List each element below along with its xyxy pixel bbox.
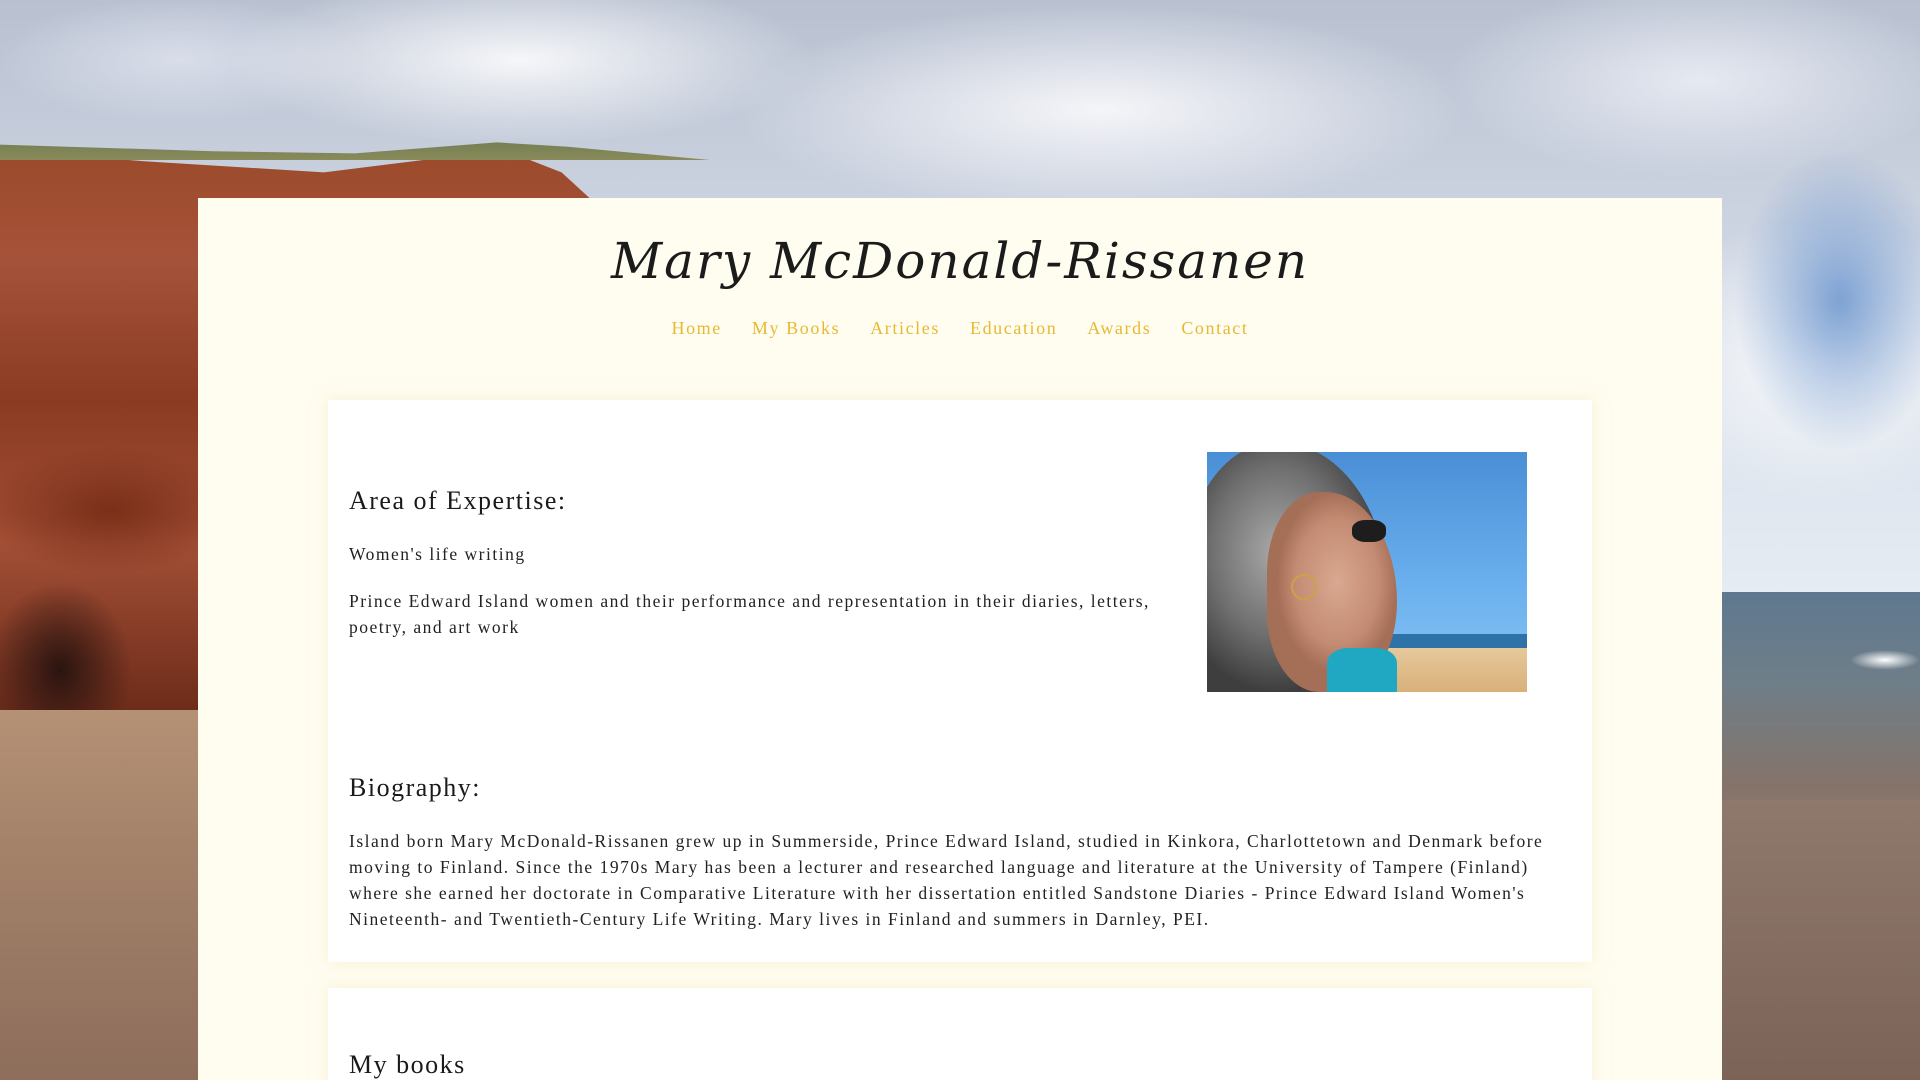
portrait-photo: [1207, 452, 1527, 692]
expertise-item-life-writing: Women's life writing: [349, 544, 526, 564]
earring: [1291, 574, 1317, 600]
books-card: [328, 988, 1592, 1080]
wave-foam: [1850, 650, 1920, 670]
nav-awards[interactable]: Awards: [1087, 318, 1151, 339]
expertise-item-pei-women: Prince Edward Island women and their per…: [349, 591, 1150, 637]
nav-my-books[interactable]: My Books: [752, 318, 840, 339]
nav-articles[interactable]: Articles: [870, 318, 940, 339]
nav-home[interactable]: Home: [671, 318, 721, 339]
sunglasses: [1352, 520, 1386, 542]
biography-text: Island born Mary McDonald-Rissanen grew …: [349, 831, 1544, 929]
nav-education[interactable]: Education: [970, 318, 1057, 339]
site-title[interactable]: Mary McDonald-Rissanen: [0, 232, 1920, 290]
wet-sand: [1700, 800, 1920, 1080]
main-nav: Home My Books Articles Education Awards …: [0, 318, 1920, 339]
nav-contact[interactable]: Contact: [1181, 318, 1248, 339]
expertise-heading: Area of Expertise:: [349, 486, 567, 515]
biography-heading: Biography:: [349, 773, 481, 802]
books-heading: My books: [349, 1050, 466, 1079]
